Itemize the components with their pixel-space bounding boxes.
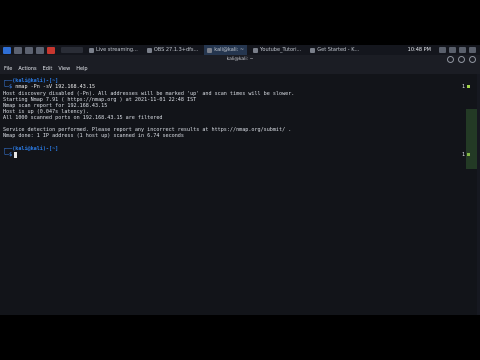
menu-bar: File Actions Edit View Help — [0, 64, 480, 74]
maximize-icon[interactable] — [458, 56, 465, 63]
folder-icon — [253, 47, 259, 53]
desktop-screen: Live streaming... OBS 27.1.3+dfs... kali… — [0, 45, 480, 315]
clock[interactable]: 10:48 PM — [408, 47, 431, 53]
browser-icon — [310, 47, 316, 53]
command-line-1: └─$ nmap -Pn -sV 192.168.43.15 — [3, 84, 95, 90]
task-youtube[interactable]: Youtube_Tutori... — [250, 45, 304, 55]
task-live-streaming[interactable]: Live streaming... — [86, 45, 141, 55]
menu-edit[interactable]: Edit — [43, 66, 53, 72]
files-icon[interactable] — [25, 46, 33, 54]
close-icon[interactable] — [469, 56, 476, 63]
browser-icon — [89, 47, 94, 53]
terminal-icon[interactable] — [36, 46, 44, 54]
prompt-user: (kali@kali)-[~] — [12, 146, 59, 152]
menu-view[interactable]: View — [58, 66, 70, 72]
task-terminal[interactable]: kali@kali: ~ — [204, 45, 248, 55]
window-title: kali@kali: ~ — [226, 57, 254, 62]
command-text: nmap -Pn -sV 192.168.43.15 — [15, 84, 96, 90]
power-icon[interactable] — [469, 47, 476, 53]
desktop-icon[interactable] — [14, 46, 22, 54]
network-icon[interactable] — [439, 47, 446, 53]
taskbar: Live streaming... OBS 27.1.3+dfs... kali… — [0, 45, 480, 55]
minimize-icon[interactable] — [447, 56, 454, 63]
output-line: Nmap done: 1 IP address (1 host up) scan… — [3, 133, 184, 139]
prompt-frame: └─$ — [3, 84, 16, 90]
battery-icon[interactable] — [459, 47, 466, 53]
status-icon — [467, 85, 470, 88]
task-get-started[interactable]: Get Started - K... — [307, 45, 362, 55]
task-obs[interactable]: OBS 27.1.3+dfs... — [144, 45, 201, 55]
menu-file[interactable]: File — [4, 66, 12, 72]
terminal-area[interactable]: ┌──(kali@kali)-[~] └─$ nmap -Pn -sV 192.… — [0, 74, 480, 315]
output-line: All 1000 scanned ports on 192.168.43.15 … — [3, 115, 163, 121]
menu-help[interactable]: Help — [76, 66, 87, 72]
volume-icon[interactable] — [449, 47, 456, 53]
browser-icon[interactable] — [47, 46, 55, 54]
terminal-icon — [207, 47, 213, 53]
window-title-bar[interactable]: kali@kali: ~ — [0, 55, 480, 64]
obs-icon — [146, 47, 152, 53]
text-cursor — [14, 152, 17, 158]
exit-status-indicator: 1 — [462, 84, 470, 90]
kali-menu-icon[interactable] — [3, 46, 11, 54]
workspace-switcher[interactable] — [61, 47, 83, 53]
menu-actions[interactable]: Actions — [18, 66, 36, 72]
